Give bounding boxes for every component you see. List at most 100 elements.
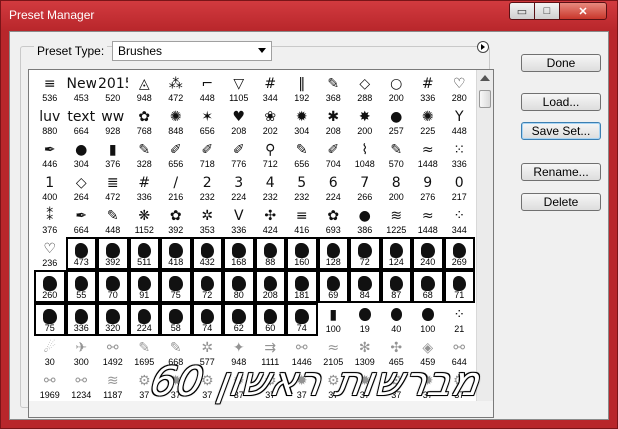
brush-preset-cell[interactable]: 19 bbox=[349, 303, 381, 336]
brush-preset-cell[interactable]: /216 bbox=[160, 171, 192, 204]
brush-preset-cell[interactable]: 88 bbox=[254, 237, 286, 270]
brush-preset-cell[interactable]: ⚲ 712 bbox=[255, 138, 287, 171]
scroll-up-icon[interactable] bbox=[480, 75, 490, 81]
brush-preset-cell[interactable]: ▽ 1105 bbox=[223, 72, 255, 105]
brush-preset-cell[interactable]: ⌇ 1048 bbox=[349, 138, 381, 171]
brush-preset-cell[interactable]: 71 bbox=[443, 270, 475, 303]
brush-preset-cell[interactable]: ✶ 656 bbox=[192, 105, 224, 138]
brush-preset-cell[interactable]: 269 bbox=[443, 237, 475, 270]
brush-preset-cell[interactable]: 128 bbox=[317, 237, 349, 270]
brush-preset-cell[interactable]: ✺ 848 bbox=[160, 105, 192, 138]
brush-preset-cell[interactable]: ● 257 bbox=[381, 105, 413, 138]
brush-preset-cell[interactable]: 40 bbox=[381, 303, 413, 336]
brush-preset-cell[interactable]: 181 bbox=[286, 270, 318, 303]
brush-preset-cell[interactable]: 8 200 bbox=[381, 171, 413, 204]
brush-preset-cell[interactable]: ⁂ 472 bbox=[160, 72, 192, 105]
brush-preset-cell[interactable]: 9 276 bbox=[412, 171, 444, 204]
brush-preset-cell[interactable]: ◇ 288 bbox=[349, 72, 381, 105]
brush-preset-cell[interactable]: ‖ 192 bbox=[286, 72, 318, 105]
brush-preset-cell[interactable]: ✐ 776 bbox=[223, 138, 255, 171]
brush-preset-cell[interactable]: ≈1448 bbox=[412, 138, 444, 171]
brush-preset-cell[interactable]: 91 bbox=[128, 270, 160, 303]
maximize-button[interactable]: □ bbox=[534, 2, 560, 20]
brush-preset-cell[interactable]: ✱ 208 bbox=[318, 105, 350, 138]
brush-preset-cell[interactable]: ▮ 376 bbox=[97, 138, 129, 171]
panel-options-icon[interactable] bbox=[477, 41, 489, 53]
brush-preset-cell[interactable]: ✸ 200 bbox=[349, 105, 381, 138]
brush-preset-cell[interactable]: ☄ 30 bbox=[34, 336, 66, 369]
brush-preset-cell[interactable]: 87 bbox=[380, 270, 412, 303]
brush-preset-cell[interactable]: 168 bbox=[223, 237, 255, 270]
brush-preset-cell[interactable]: ✐ 656 bbox=[160, 138, 192, 171]
brush-preset-cell[interactable]: ○ 200 bbox=[381, 72, 413, 105]
brush-preset-cell[interactable]: 60 bbox=[254, 303, 286, 336]
brush-preset-cell[interactable]: 1 400 bbox=[34, 171, 66, 204]
brush-preset-cell[interactable]: ✒ 664 bbox=[66, 204, 98, 237]
brush-preset-cell[interactable]: 5 232 bbox=[286, 171, 318, 204]
brush-preset-cell[interactable]: 2 232 bbox=[192, 171, 224, 204]
brush-preset-cell[interactable]: 2015520 bbox=[97, 72, 129, 105]
rename-button[interactable]: Rename... bbox=[521, 163, 601, 181]
brush-preset-cell[interactable]: ◬ 948 bbox=[129, 72, 161, 105]
brush-preset-cell[interactable]: ✈ 300 bbox=[66, 336, 98, 369]
brush-preset-cell[interactable]: ⚯ 1234 bbox=[66, 369, 98, 402]
brush-preset-cell[interactable]: text 664 bbox=[66, 105, 98, 138]
brush-preset-cell[interactable]: ⚯ 1492 bbox=[97, 336, 129, 369]
brush-preset-cell[interactable]: ⁑ 376 bbox=[34, 204, 66, 237]
brush-preset-cell[interactable]: ≣ 472 bbox=[97, 171, 129, 204]
brush-preset-cell[interactable]: ≋ 1225 bbox=[381, 204, 413, 237]
brush-preset-cell[interactable]: ✐ 704 bbox=[318, 138, 350, 171]
preset-type-select[interactable]: Brushes bbox=[112, 41, 272, 61]
scrollbar-thumb[interactable] bbox=[479, 90, 491, 108]
brush-preset-cell[interactable]: 6 224 bbox=[318, 171, 350, 204]
brush-preset-cell[interactable]: 58 bbox=[160, 303, 192, 336]
brush-preset-cell[interactable]: 84 bbox=[349, 270, 381, 303]
brush-preset-cell[interactable]: ✎ 328 bbox=[129, 138, 161, 171]
brush-preset-cell[interactable]: 240 bbox=[412, 237, 444, 270]
brush-preset-cell[interactable]: 100 bbox=[412, 303, 444, 336]
brush-preset-cell[interactable]: ● 386 bbox=[349, 204, 381, 237]
brush-preset-cell[interactable]: 62 bbox=[223, 303, 255, 336]
brush-preset-cell[interactable]: 75 bbox=[160, 270, 192, 303]
brush-preset-cell[interactable]: 7 266 bbox=[349, 171, 381, 204]
brush-preset-cell[interactable]: ✿ 693 bbox=[318, 204, 350, 237]
brush-preset-cell[interactable]: ≈1448 bbox=[412, 204, 444, 237]
brush-preset-cell[interactable]: 69 bbox=[317, 270, 349, 303]
brush-preset-cell[interactable]: #344 bbox=[255, 72, 287, 105]
brush-preset-cell[interactable]: 224 bbox=[128, 303, 160, 336]
brush-preset-cell[interactable]: 72 bbox=[191, 270, 223, 303]
brush-preset-cell[interactable]: ⚯ 1969 bbox=[34, 369, 66, 402]
brush-preset-cell[interactable]: 260 bbox=[34, 270, 66, 303]
brush-preset-cell[interactable]: 208 bbox=[254, 270, 286, 303]
brush-preset-cell[interactable]: 432 bbox=[191, 237, 223, 270]
brush-preset-cell[interactable]: ♡ 280 bbox=[444, 72, 476, 105]
brush-preset-cell[interactable]: ▮ 100 bbox=[318, 303, 350, 336]
brush-preset-cell[interactable]: ❋ 1152 bbox=[129, 204, 161, 237]
minimize-button[interactable]: ▭ bbox=[509, 2, 535, 20]
brush-preset-cell[interactable]: ≡ 416 bbox=[286, 204, 318, 237]
brush-preset-cell[interactable]: ✎ 570 bbox=[381, 138, 413, 171]
load-button[interactable]: Load... bbox=[521, 93, 601, 111]
brush-preset-cell[interactable]: ✿ 392 bbox=[160, 204, 192, 237]
brush-preset-cell[interactable]: 320 bbox=[97, 303, 129, 336]
brush-preset-cell[interactable]: 0 217 bbox=[444, 171, 476, 204]
brush-preset-cell[interactable]: 80 bbox=[223, 270, 255, 303]
brush-preset-cell[interactable]: 4 232 bbox=[255, 171, 287, 204]
brush-preset-cell[interactable]: #336 bbox=[412, 72, 444, 105]
brush-preset-cell[interactable]: ✹ 304 bbox=[286, 105, 318, 138]
brush-preset-cell[interactable]: ✐ 718 bbox=[192, 138, 224, 171]
brush-preset-cell[interactable]: 3 224 bbox=[223, 171, 255, 204]
brush-preset-cell[interactable]: ◇ 264 bbox=[66, 171, 98, 204]
brush-preset-cell[interactable]: 336 bbox=[65, 303, 97, 336]
brush-preset-cell[interactable]: 74 bbox=[286, 303, 318, 336]
brush-preset-cell[interactable]: 473 bbox=[65, 237, 97, 270]
brush-preset-cell[interactable]: ⁙ 336 bbox=[444, 138, 476, 171]
brush-preset-cell[interactable]: ✲ 353 bbox=[192, 204, 224, 237]
title-bar[interactable]: Preset Manager ▭ □ ✕ bbox=[1, 1, 617, 31]
brush-preset-cell[interactable]: ● 304 bbox=[66, 138, 98, 171]
brush-preset-cell[interactable]: ❀ 202 bbox=[255, 105, 287, 138]
brush-preset-cell[interactable]: 160 bbox=[286, 237, 318, 270]
brush-preset-cell[interactable]: ✎ 448 bbox=[97, 204, 129, 237]
brush-preset-cell[interactable]: ✣ 424 bbox=[255, 204, 287, 237]
brush-preset-cell[interactable]: ♥ 208 bbox=[223, 105, 255, 138]
